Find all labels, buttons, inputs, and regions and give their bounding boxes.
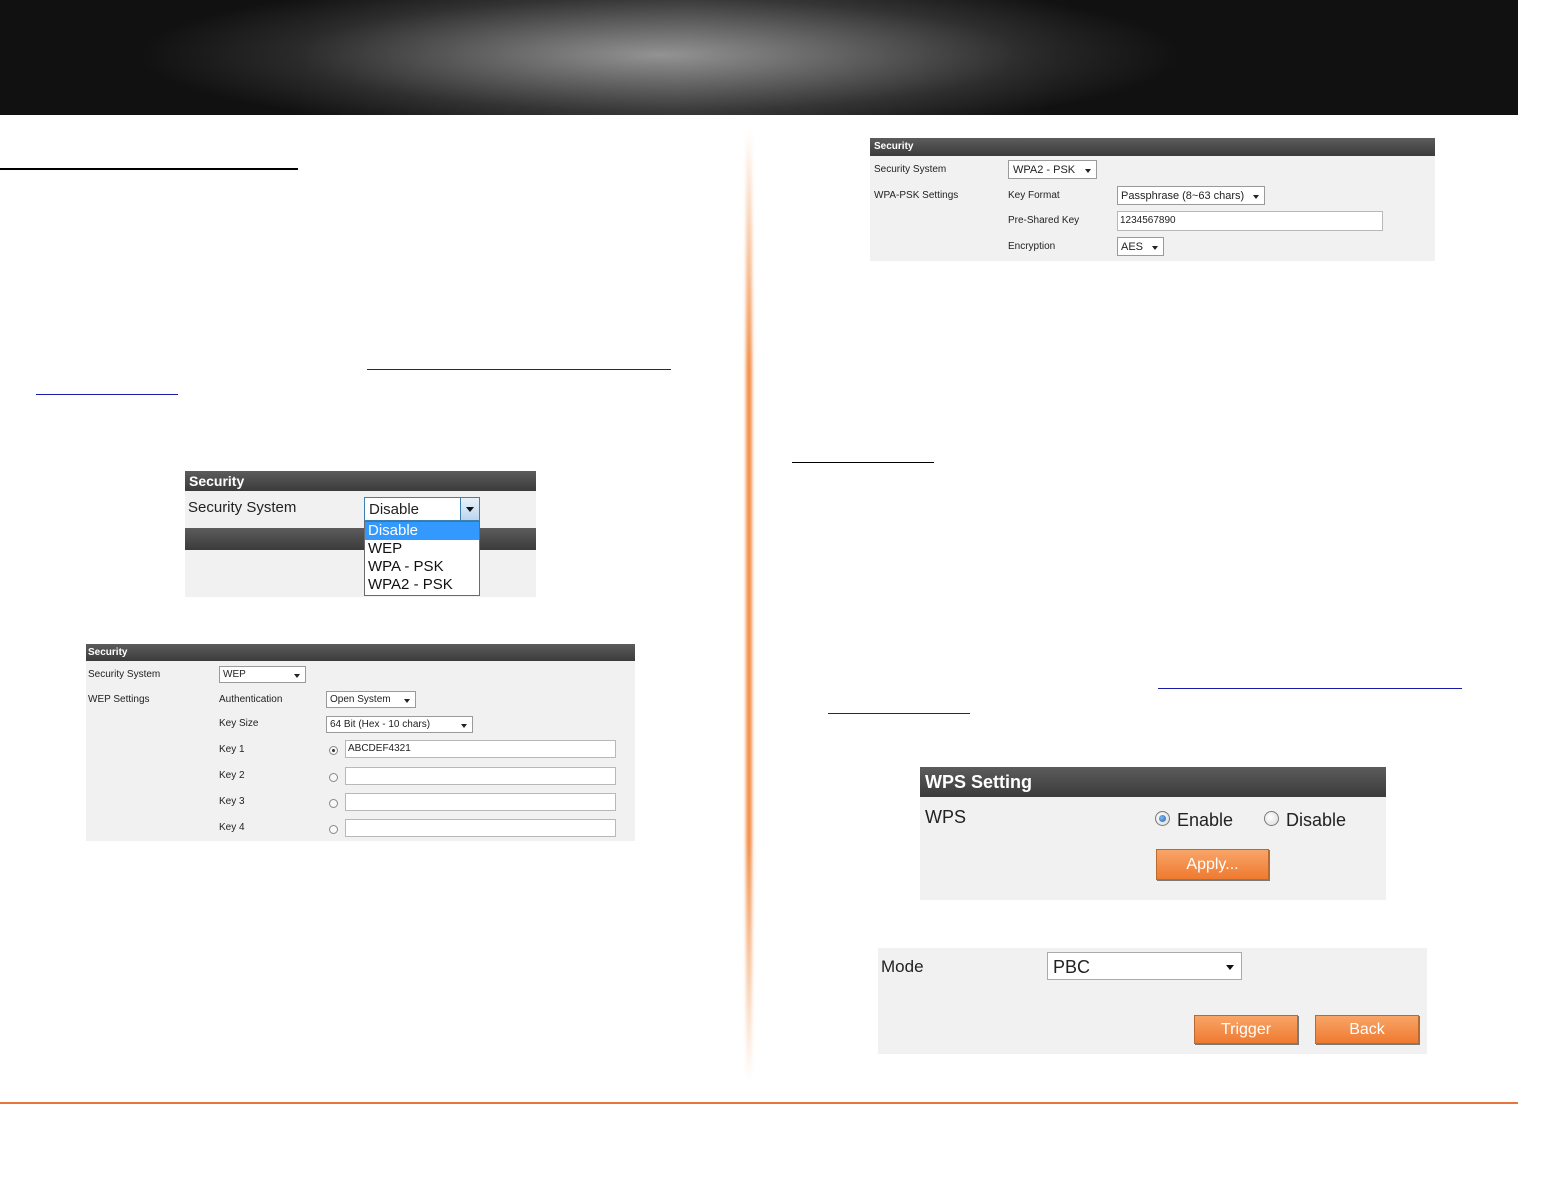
key-4-input[interactable] [345, 819, 616, 837]
key-1-value: ABCDEF4321 [348, 743, 411, 754]
key-format-label: Key Format [1008, 190, 1060, 201]
key-format-select[interactable]: Passphrase (8~63 chars) [1117, 186, 1265, 205]
security-system-select[interactable]: WEP [219, 666, 306, 683]
wps-label: WPS [925, 807, 967, 827]
panel-header: WPS Setting [920, 767, 1386, 797]
key-3-label: Key 3 [219, 796, 245, 807]
authentication-label: Authentication [219, 694, 283, 705]
key-2-input[interactable] [345, 767, 616, 785]
wps-enable-label: Enable [1177, 810, 1234, 830]
security-system-value: Disable [369, 501, 420, 518]
security-system-label: Security System [88, 669, 161, 680]
key-size-select[interactable]: 64 Bit (Hex - 10 chars) [326, 716, 473, 733]
page-column-divider [746, 130, 752, 1080]
header-banner [0, 0, 1518, 115]
footer-line [0, 1102, 1518, 1104]
chevron-down-icon [294, 673, 300, 678]
key-3-input[interactable] [345, 793, 616, 811]
security-system-value: WPA2 - PSK [1013, 164, 1076, 176]
section-underline-left [0, 168, 298, 170]
chevron-down-icon [1253, 194, 1259, 199]
panel-header: Security [86, 644, 635, 661]
chevron-down-icon [461, 723, 467, 728]
mode-select[interactable]: PBC [1047, 952, 1242, 980]
mode-label: Mode [881, 957, 924, 976]
key-size-value: 64 Bit (Hex - 10 chars) [330, 719, 431, 730]
back-button-label: Back [1349, 1021, 1385, 1038]
security-dropdown-panel: Security [185, 471, 536, 597]
panel-title: Security [88, 647, 128, 658]
wpa-psk-settings-label: WPA-PSK Settings [874, 190, 959, 201]
trigger-button[interactable]: Trigger [1194, 1015, 1298, 1044]
link-underline-4 [828, 713, 970, 714]
key-2-label: Key 2 [219, 770, 245, 781]
panel-footer-bar [185, 528, 536, 550]
panel-title: Security [874, 141, 914, 152]
security-system-select[interactable]: WPA2 - PSK [1008, 160, 1097, 179]
panel-title: Security [189, 473, 245, 489]
security-system-value: WEP [223, 669, 246, 680]
security-system-label: Security System [874, 164, 947, 175]
section-underline-right [792, 462, 934, 463]
key-format-value: Passphrase (8~63 chars) [1121, 190, 1245, 202]
option-wpa2-psk[interactable]: WPA2 - PSK [365, 576, 479, 594]
apply-button[interactable]: Apply... [1156, 849, 1269, 880]
trigger-button-label: Trigger [1220, 1021, 1272, 1038]
mode-value: PBC [1053, 957, 1091, 977]
authentication-select[interactable]: Open System [326, 691, 416, 708]
back-button[interactable]: Back [1315, 1015, 1419, 1044]
pre-shared-key-label: Pre-Shared Key [1008, 215, 1080, 226]
chevron-down-icon [1152, 245, 1158, 250]
security-system-select[interactable]: Disable [364, 497, 480, 521]
key-2-radio[interactable] [329, 773, 338, 782]
wps-enable-radio[interactable] [1155, 811, 1170, 826]
apply-button-label: Apply... [1186, 856, 1239, 873]
chevron-down-icon [1226, 965, 1234, 970]
key-3-radio[interactable] [329, 799, 338, 808]
wps-disable-label: Disable [1286, 810, 1347, 830]
option-wep[interactable]: WEP [365, 540, 479, 558]
key-4-radio[interactable] [329, 825, 338, 834]
wep-settings-label: WEP Settings [88, 694, 150, 705]
key-4-label: Key 4 [219, 822, 245, 833]
authentication-value: Open System [330, 694, 391, 705]
pre-shared-key-value: 1234567890 [1120, 215, 1176, 226]
option-wpa-psk[interactable]: WPA - PSK [365, 558, 479, 576]
pre-shared-key-input[interactable]: 1234567890 [1117, 211, 1383, 231]
option-disable[interactable]: Disable [365, 522, 479, 540]
panel-header: Security [870, 138, 1435, 156]
wps-setting-panel: WPS Setting [920, 767, 1386, 900]
security-system-options: Disable WEP WPA - PSK WPA2 - PSK [364, 521, 480, 596]
encryption-label: Encryption [1008, 241, 1056, 252]
key-1-label: Key 1 [219, 744, 245, 755]
panel-header: Security [185, 471, 536, 491]
chevron-down-icon [404, 698, 410, 703]
chevron-down-icon [1085, 168, 1091, 173]
encryption-select[interactable]: AES [1117, 237, 1164, 256]
encryption-value: AES [1121, 241, 1144, 253]
link-underline-3 [1158, 688, 1462, 689]
wps-disable-radio[interactable] [1264, 811, 1279, 826]
security-system-label: Security System [188, 499, 297, 516]
key-1-radio[interactable] [329, 746, 338, 755]
panel-title: WPS Setting [925, 772, 1032, 792]
chevron-down-icon [466, 507, 474, 512]
link-underline-1 [367, 369, 671, 370]
key-size-label: Key Size [219, 718, 259, 729]
key-1-input[interactable]: ABCDEF4321 [345, 740, 616, 758]
dropdown-button[interactable] [460, 498, 479, 520]
link-underline-2 [36, 394, 178, 395]
